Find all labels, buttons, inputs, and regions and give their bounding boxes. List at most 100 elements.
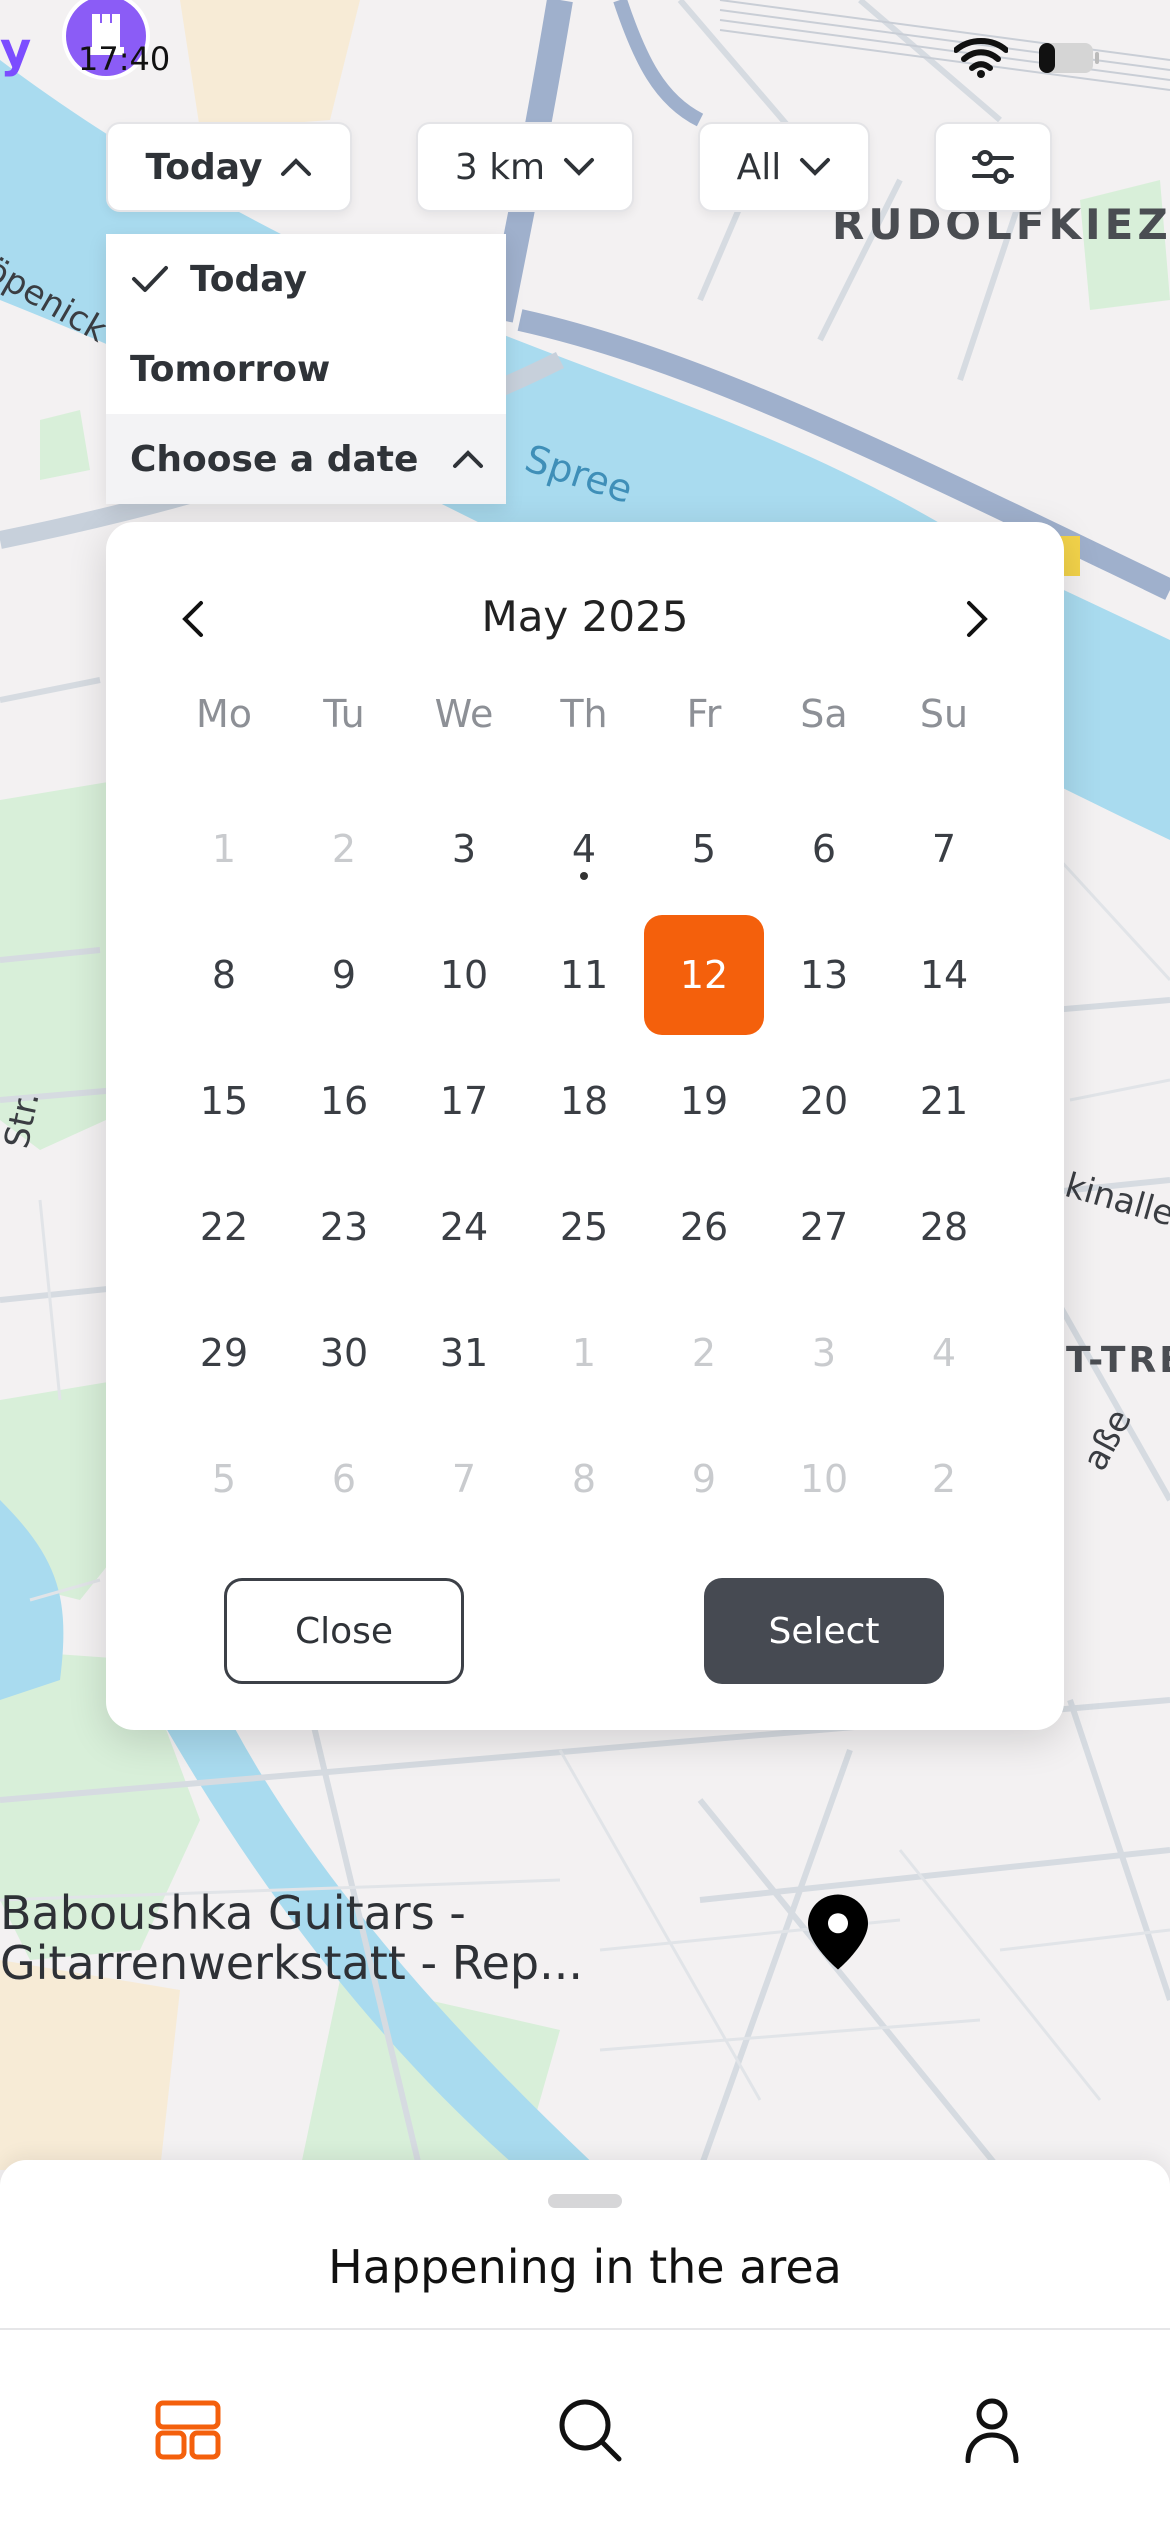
calendar-day[interactable]: 28	[884, 1164, 1004, 1290]
distance-filter-chip[interactable]: 3 km	[416, 122, 634, 212]
calendar-day: 2	[884, 1416, 1004, 1542]
calendar-day[interactable]: 7	[884, 786, 1004, 912]
calendar-day-number: 26	[679, 1205, 729, 1249]
map-place-label[interactable]: Baboushka Guitars -	[0, 1886, 466, 1940]
calendar-day-number: 6	[811, 827, 837, 871]
calendar-day[interactable]: 6	[764, 786, 884, 912]
calendar-day: 4	[884, 1290, 1004, 1416]
calendar-day: 8	[524, 1416, 644, 1542]
calendar-day[interactable]: 4	[524, 786, 644, 912]
tab-search[interactable]	[550, 2390, 630, 2470]
calendar-day: 1	[164, 786, 284, 912]
sheet-drag-handle[interactable]	[548, 2194, 622, 2208]
chevron-right-icon	[967, 601, 988, 637]
calendar-day[interactable]: 23	[284, 1164, 404, 1290]
chevron-up-icon	[281, 158, 312, 176]
calendar-day-number: 4	[571, 827, 597, 871]
distance-filter-label: 3 km	[454, 146, 546, 188]
calendar-day[interactable]: 21	[884, 1038, 1004, 1164]
calendar-day-number: 27	[799, 1205, 849, 1249]
calendar-day-number: 5	[211, 1457, 237, 1501]
event-indicator-dot	[580, 872, 588, 880]
bottom-sheet[interactable]: Happening in the area	[0, 2160, 1170, 2330]
calendar-day[interactable]: 20	[764, 1038, 884, 1164]
calendar-day-number: 10	[439, 953, 489, 997]
tab-feed[interactable]	[148, 2390, 228, 2470]
weekday-label: Sa	[800, 692, 848, 736]
calendar-day: 7	[404, 1416, 524, 1542]
app-brand-fragment: y	[0, 22, 32, 78]
calendar-day[interactable]: 24	[404, 1164, 524, 1290]
weekday-label: Tu	[323, 692, 365, 736]
calendar-day: 1	[524, 1290, 644, 1416]
calendar-day[interactable]: 17	[404, 1038, 524, 1164]
weekday-label: Mo	[195, 692, 253, 736]
calendar-day-number: 1	[211, 827, 237, 871]
calendar-day-number: 31	[439, 1331, 489, 1375]
tab-profile[interactable]	[952, 2390, 1032, 2470]
calendar-day-number: 21	[919, 1079, 969, 1123]
calendar-day[interactable]: 9	[284, 912, 404, 1038]
dropdown-option-tomorrow[interactable]: Tomorrow	[106, 324, 506, 414]
calendar-day[interactable]: 22	[164, 1164, 284, 1290]
close-button[interactable]: Close	[224, 1578, 464, 1684]
calendar-day[interactable]: 26	[644, 1164, 764, 1290]
calendar-day-number: 9	[691, 1457, 717, 1501]
calendar-day-number: 16	[319, 1079, 369, 1123]
calendar-day-number: 3	[451, 827, 477, 871]
calendar-day-number: 18	[559, 1079, 609, 1123]
map-label-area: T-TRE	[1066, 1340, 1170, 1381]
calendar-day-number: 1	[571, 1331, 597, 1375]
chevron-down-icon	[564, 158, 595, 176]
calendar-day[interactable]: 3	[404, 786, 524, 912]
calendar-day-number: 7	[451, 1457, 477, 1501]
calendar-day[interactable]: 5	[644, 786, 764, 912]
calendar-day-number: 2	[931, 1457, 957, 1501]
calendar-day[interactable]: 15	[164, 1038, 284, 1164]
calendar-day[interactable]: 27	[764, 1164, 884, 1290]
calendar-day[interactable]: 13	[764, 912, 884, 1038]
calendar-day[interactable]: 11	[524, 912, 644, 1038]
calendar-day[interactable]: 16	[284, 1038, 404, 1164]
calendar-day-number: 8	[571, 1457, 597, 1501]
date-dropdown-menu: Today Tomorrow Choose a date	[106, 234, 506, 504]
date-filter-chip[interactable]: Today	[106, 122, 352, 212]
calendar-day[interactable]: 30	[284, 1290, 404, 1416]
weekday-label: Su	[919, 692, 969, 736]
calendar-day[interactable]: 14	[884, 912, 1004, 1038]
calendar-day: 5	[164, 1416, 284, 1542]
chevron-up-icon	[453, 450, 484, 468]
sheet-title: Happening in the area	[328, 2240, 842, 2294]
select-button[interactable]: Select	[704, 1578, 944, 1684]
calendar-day[interactable]: 29	[164, 1290, 284, 1416]
calendar-day[interactable]: 19	[644, 1038, 764, 1164]
filter-settings-button[interactable]	[934, 122, 1052, 212]
calendar-day[interactable]: 8	[164, 912, 284, 1038]
map-pin-icon[interactable]	[808, 1894, 868, 1970]
calendar-day-number: 2	[691, 1331, 717, 1375]
calendar-day[interactable]: 18	[524, 1038, 644, 1164]
dropdown-option-choose-date[interactable]: Choose a date	[106, 414, 506, 504]
calendar-day-selected[interactable]: 12	[644, 912, 764, 1038]
calendar-header: May 2025	[106, 570, 1064, 674]
calendar-day[interactable]: 25	[524, 1164, 644, 1290]
calendar-day[interactable]: 31	[404, 1290, 524, 1416]
calendar-day[interactable]: 10	[404, 912, 524, 1038]
tab-bar	[0, 2330, 1170, 2532]
calendar-day-number: 17	[439, 1079, 489, 1123]
category-filter-label: All	[736, 146, 782, 188]
next-month-button[interactable]	[942, 584, 1012, 654]
dropdown-option-label: Today	[190, 258, 307, 300]
calendar-day: 10	[764, 1416, 884, 1542]
map-place-label[interactable]: Gitarrenwerkstatt - Rep...	[0, 1936, 583, 1990]
weekday-label: Fr	[686, 692, 722, 736]
category-filter-chip[interactable]: All	[698, 122, 870, 212]
calendar-day-number: 23	[319, 1205, 369, 1249]
search-icon	[559, 2399, 622, 2462]
calendar-day-number: 11	[559, 953, 609, 997]
calendar-day-number: 28	[919, 1205, 969, 1249]
weekday-label: We	[434, 692, 494, 736]
dropdown-option-today[interactable]: Today	[106, 234, 506, 324]
calendar-day-number: 12	[644, 915, 764, 1035]
date-filter-label: Today	[145, 146, 263, 188]
